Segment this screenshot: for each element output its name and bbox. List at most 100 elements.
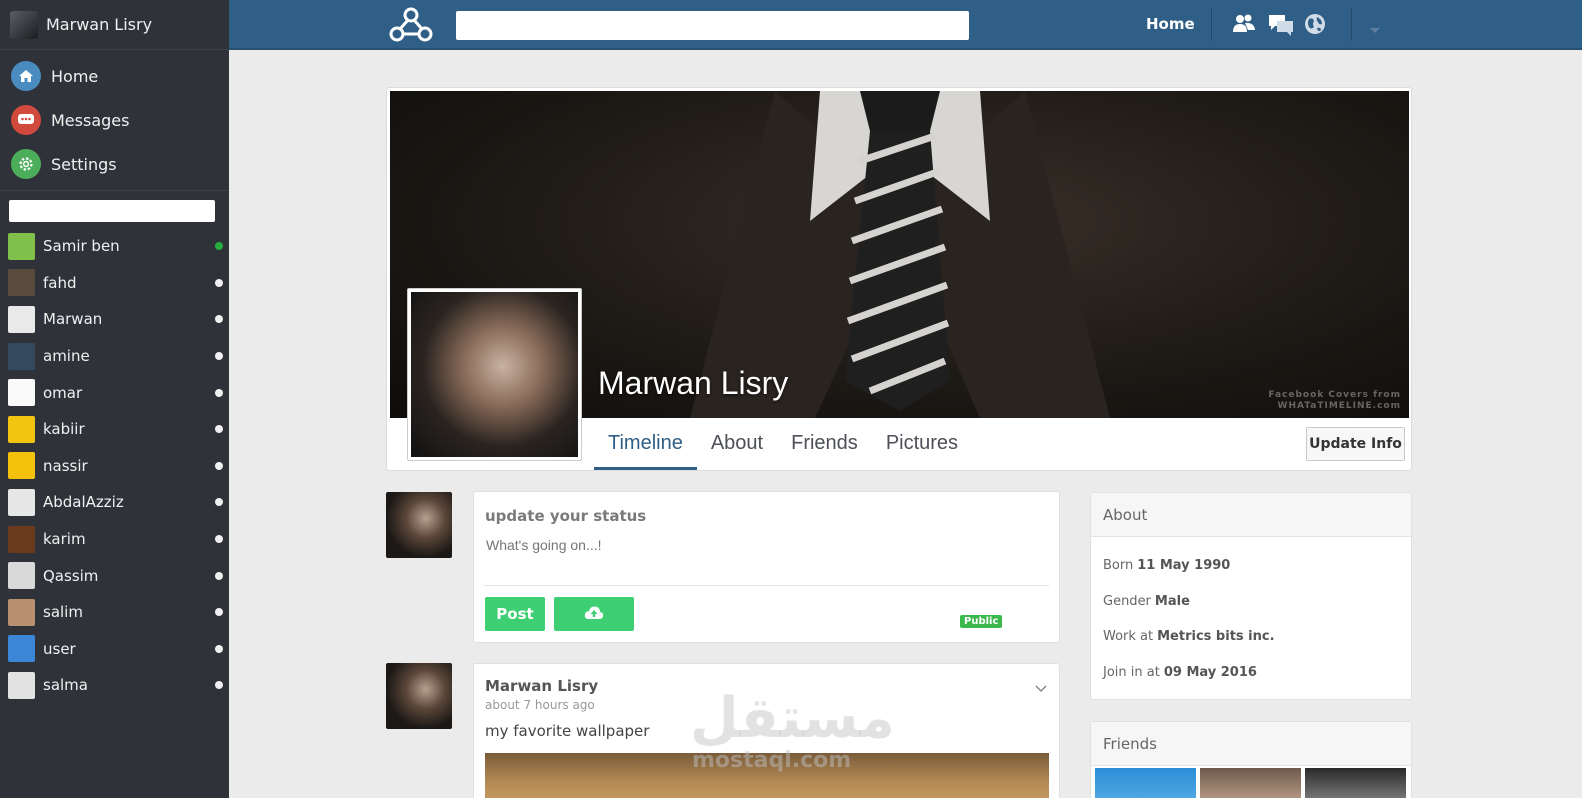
- sidebar-item-settings[interactable]: Settings: [0, 142, 229, 186]
- avatar[interactable]: [386, 663, 452, 729]
- profile-name: Marwan Lisry: [598, 365, 789, 401]
- top-bar: Home: [229, 0, 1582, 50]
- chevron-down-icon[interactable]: [1035, 678, 1047, 697]
- avatar: [8, 342, 35, 370]
- tab-timeline[interactable]: Timeline: [594, 424, 697, 470]
- post-text: my favorite wallpaper: [485, 722, 650, 740]
- messages-icon[interactable]: [1267, 13, 1295, 41]
- avatar[interactable]: [386, 492, 452, 558]
- contact-item[interactable]: omar: [0, 374, 229, 411]
- post-image[interactable]: [485, 753, 1049, 798]
- tab-pictures[interactable]: Pictures: [872, 424, 972, 470]
- globe-icon[interactable]: [1304, 13, 1326, 39]
- friends-card: Friends: [1090, 721, 1412, 798]
- about-value: 11 May 1990: [1137, 558, 1231, 574]
- about-value: 09 May 2016: [1163, 664, 1257, 680]
- contact-list: Samir ben fahd Marwan amine omar kabiir nassir…: [0, 228, 229, 704]
- avatar: [8, 305, 35, 333]
- about-label: Join in at: [1103, 664, 1160, 680]
- privacy-badge[interactable]: Public: [960, 615, 1003, 628]
- about-row: Gender Male: [1091, 584, 1411, 620]
- offline-status-icon: [215, 461, 223, 470]
- sidebar-current-user[interactable]: Marwan Lisry: [0, 0, 229, 50]
- post-timestamp: about 7 hours ago: [485, 698, 595, 712]
- top-home-link[interactable]: Home: [1146, 15, 1195, 33]
- contact-name: Qassim: [43, 566, 99, 585]
- avatar: [8, 452, 35, 480]
- update-info-button[interactable]: Update Info: [1306, 427, 1405, 461]
- about-value: Metrics bits inc.: [1157, 629, 1275, 645]
- friend-thumbnail[interactable]: [1095, 768, 1196, 798]
- about-row: Work at Metrics bits inc.: [1091, 619, 1411, 655]
- sidebar-item-label: Messages: [51, 110, 130, 130]
- about-label: Gender: [1103, 593, 1151, 609]
- cloud-upload-icon: [584, 605, 604, 624]
- avatar: [8, 635, 35, 663]
- contact-item[interactable]: user: [0, 631, 229, 668]
- tab-about[interactable]: About: [697, 424, 777, 470]
- offline-status-icon: [215, 644, 223, 653]
- avatar: [8, 415, 35, 443]
- dropdown-caret-icon[interactable]: [1369, 20, 1381, 39]
- contact-name: user: [43, 639, 76, 658]
- avatar: [8, 379, 35, 407]
- network-logo-icon[interactable]: [388, 6, 434, 46]
- contact-item[interactable]: amine: [0, 338, 229, 375]
- contact-item[interactable]: AbdalAzziz: [0, 484, 229, 521]
- contact-item[interactable]: salim: [0, 594, 229, 631]
- about-row: Join in at 09 May 2016: [1091, 655, 1411, 691]
- offline-status-icon: [215, 681, 223, 690]
- friends-icon[interactable]: [1232, 13, 1256, 39]
- offline-status-icon: [215, 388, 223, 397]
- about-label: Work at: [1103, 629, 1154, 645]
- contact-item[interactable]: Marwan: [0, 301, 229, 338]
- status-input[interactable]: [486, 537, 1046, 553]
- tab-friends[interactable]: Friends: [777, 424, 872, 470]
- contact-name: Marwan: [43, 310, 103, 329]
- friend-thumbnail[interactable]: [1305, 768, 1406, 798]
- sidebar: Marwan Lisry Home Messages Settings Sami…: [0, 0, 229, 798]
- contact-item[interactable]: Samir ben: [0, 228, 229, 265]
- about-row: Born 11 May 1990: [1091, 548, 1411, 584]
- home-icon: [11, 61, 41, 91]
- offline-status-icon: [215, 571, 223, 580]
- post-author[interactable]: Marwan Lisry: [485, 677, 598, 695]
- offline-status-icon: [215, 498, 223, 507]
- contact-name: nassir: [43, 456, 88, 475]
- contact-item[interactable]: salma: [0, 667, 229, 704]
- avatar: [8, 598, 35, 626]
- cover-credit-line: WHATaTIMELINE.com: [1277, 401, 1401, 411]
- contact-item[interactable]: karim: [0, 521, 229, 558]
- contact-item[interactable]: Qassim: [0, 557, 229, 594]
- sidebar-item-label: Settings: [51, 154, 117, 174]
- about-title: About: [1091, 493, 1411, 537]
- sidebar-item-messages[interactable]: Messages: [0, 98, 229, 142]
- friend-thumbnail[interactable]: [1200, 768, 1301, 798]
- contact-item[interactable]: nassir: [0, 448, 229, 485]
- contact-name: Samir ben: [43, 237, 120, 256]
- contact-name: kabiir: [43, 420, 85, 439]
- profile-picture[interactable]: [407, 288, 582, 461]
- friends-grid: [1091, 768, 1411, 798]
- post-button[interactable]: Post: [485, 597, 545, 631]
- offline-status-icon: [215, 278, 223, 287]
- top-search-input[interactable]: [456, 11, 969, 40]
- upload-button[interactable]: [554, 597, 634, 631]
- avatar: [8, 562, 35, 590]
- profile-picture-image: [411, 292, 578, 457]
- contact-item[interactable]: fahd: [0, 265, 229, 302]
- sidebar-search-input[interactable]: [9, 200, 215, 222]
- contact-name: fahd: [43, 273, 77, 292]
- sidebar-item-home[interactable]: Home: [0, 54, 229, 98]
- offline-status-icon: [215, 352, 223, 361]
- about-value: Male: [1154, 593, 1190, 609]
- contact-item[interactable]: kabiir: [0, 411, 229, 448]
- about-card: About Born 11 May 1990 Gender Male Work at Me…: [1090, 492, 1412, 700]
- avatar: [8, 232, 35, 260]
- offline-status-icon: [215, 315, 223, 324]
- feed-post: Marwan Lisry about 7 hours ago my favori…: [473, 663, 1060, 798]
- offline-status-icon: [215, 425, 223, 434]
- cover-credit-line: Facebook Covers from: [1268, 390, 1401, 400]
- avatar: [8, 525, 35, 553]
- about-rows: Born 11 May 1990 Gender Male Work at Metrics …: [1091, 537, 1411, 690]
